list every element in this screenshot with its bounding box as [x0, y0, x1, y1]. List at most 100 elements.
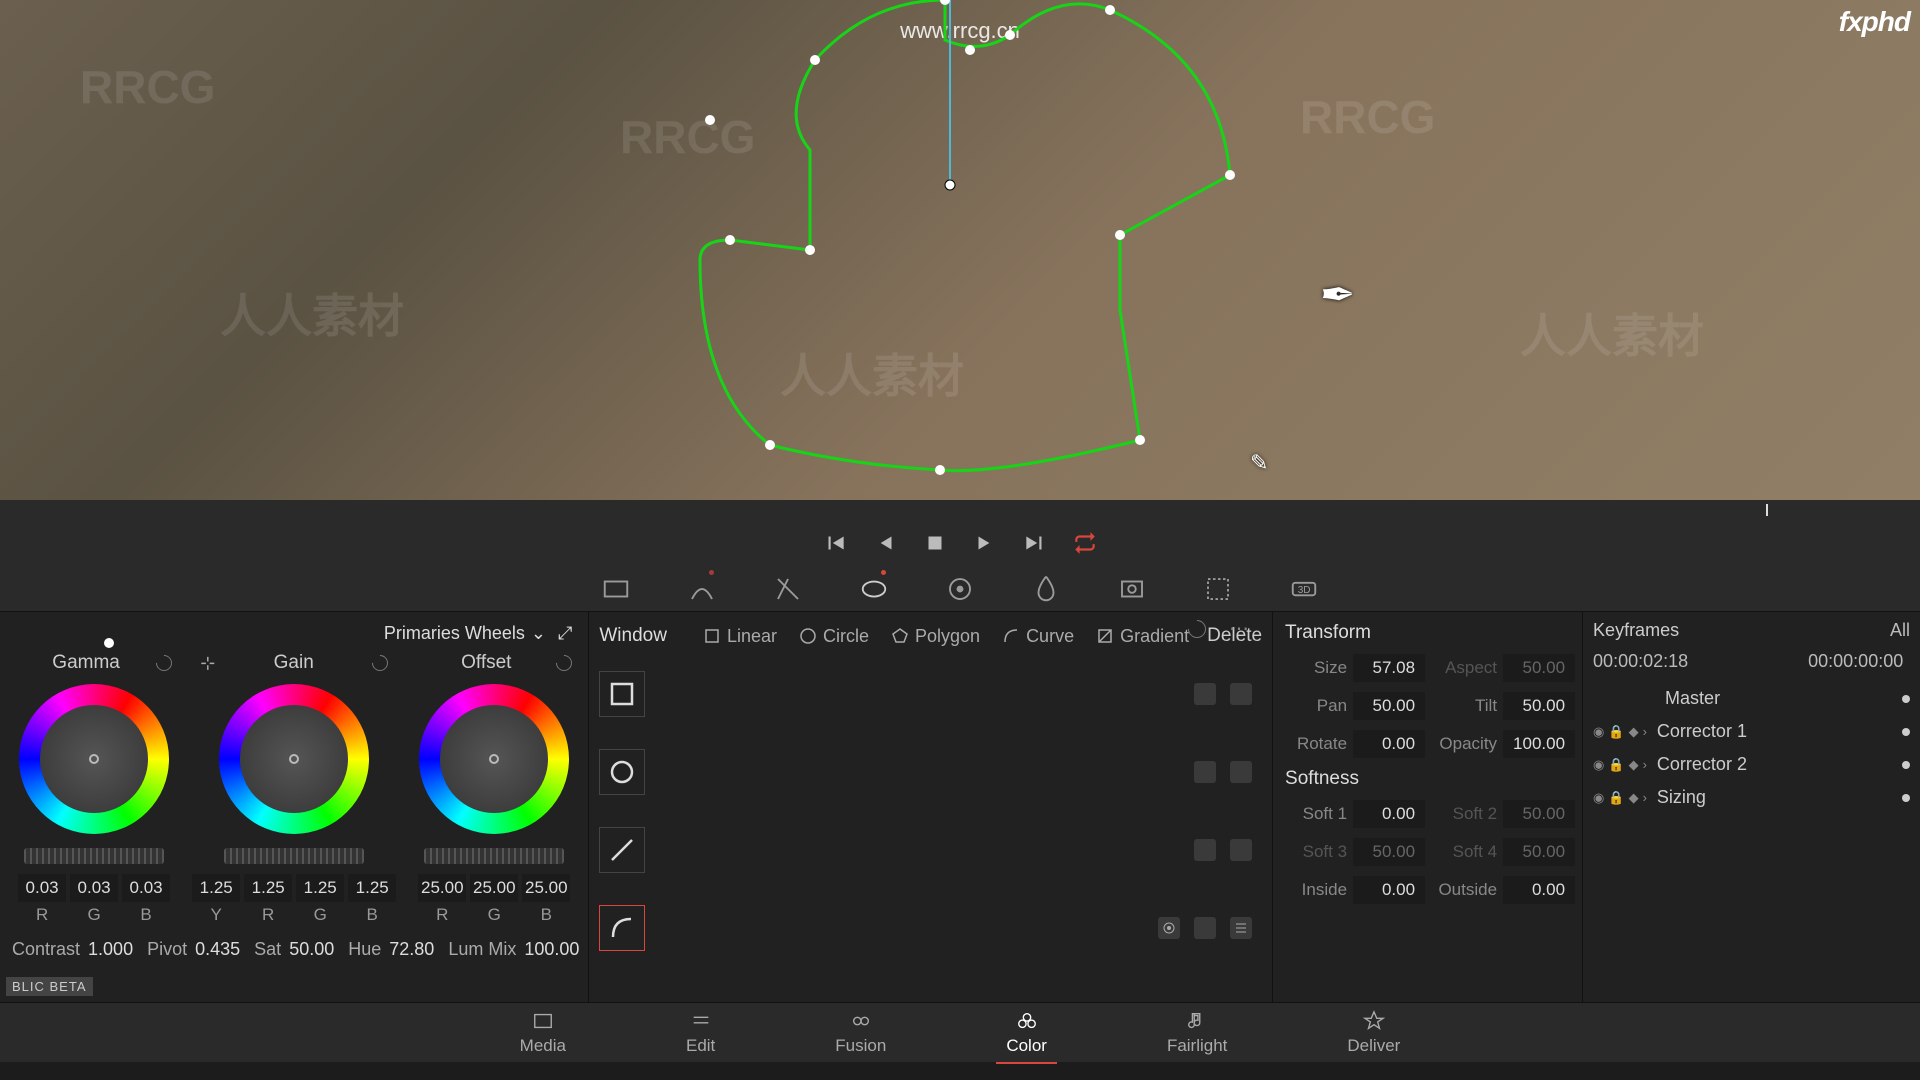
param-value[interactable]: 50.00: [1353, 692, 1425, 720]
page-fusion[interactable]: Fusion: [835, 1010, 886, 1056]
tracker-tab[interactable]: [945, 574, 975, 604]
channel-value[interactable]: 0.03: [122, 874, 170, 902]
channel-value[interactable]: 1.25: [244, 874, 292, 902]
window-tab[interactable]: [859, 574, 889, 604]
lock-icon[interactable]: 🔒: [1608, 757, 1624, 773]
window-row-linear[interactable]: [599, 666, 1252, 722]
mask-mode-icon[interactable]: [1194, 683, 1216, 705]
reset-icon[interactable]: [369, 652, 392, 675]
more-icon[interactable]: ⋯: [1229, 616, 1252, 641]
channel-value[interactable]: 1.25: [348, 874, 396, 902]
stereo-tab[interactable]: 3D: [1289, 574, 1319, 604]
window-row-curve[interactable]: [599, 900, 1252, 956]
chevron-right-icon[interactable]: ›: [1643, 724, 1647, 740]
channel-value[interactable]: 1.25: [296, 874, 344, 902]
channel-label: R: [244, 905, 292, 925]
eye-icon[interactable]: ◉: [1593, 724, 1604, 740]
param-value[interactable]: 0.00: [1503, 876, 1575, 904]
mask-mode-icon[interactable]: [1194, 839, 1216, 861]
window-row-circle[interactable]: [599, 744, 1252, 800]
viewer[interactable]: RRCG 人人素材 RRCG 人人素材 RRCG 人人素材 www.rrcg.c…: [0, 0, 1920, 500]
mask-mode-icon[interactable]: [1194, 761, 1216, 783]
param-value[interactable]: 50.00: [289, 939, 334, 960]
channel-value[interactable]: 0.03: [70, 874, 118, 902]
channel-label: G: [70, 905, 118, 925]
play-reverse-button[interactable]: [872, 530, 898, 556]
kf-master-row[interactable]: Master: [1593, 682, 1910, 715]
chevron-right-icon[interactable]: ›: [1643, 757, 1647, 773]
page-color[interactable]: Color: [1006, 1010, 1047, 1056]
add-polygon-button[interactable]: Polygon: [891, 626, 980, 647]
eye-icon[interactable]: ◉: [1593, 790, 1604, 806]
add-linear-button[interactable]: Linear: [703, 626, 777, 647]
param-value[interactable]: 0.00: [1353, 876, 1425, 904]
param-value[interactable]: 100.00: [524, 939, 579, 960]
first-frame-button[interactable]: [822, 530, 848, 556]
jog-wheel[interactable]: [24, 848, 164, 864]
timeline-scrubber[interactable]: [0, 500, 1920, 520]
param-value[interactable]: 50.00: [1503, 692, 1575, 720]
param-value[interactable]: 0.00: [1353, 730, 1425, 758]
stop-button[interactable]: [922, 530, 948, 556]
add-curve-button[interactable]: Curve: [1002, 626, 1074, 647]
tracker-icon[interactable]: [1158, 917, 1180, 939]
color-wheel[interactable]: [419, 684, 569, 834]
blur-tab[interactable]: [1031, 574, 1061, 604]
lock-icon[interactable]: 🔒: [1608, 790, 1624, 806]
keyframe-marker[interactable]: [1902, 761, 1910, 769]
channel-value[interactable]: 25.00: [470, 874, 518, 902]
invert-icon[interactable]: [1230, 683, 1252, 705]
page-edit[interactable]: Edit: [686, 1010, 715, 1056]
page-fairlight[interactable]: Fairlight: [1167, 1010, 1227, 1056]
chevron-right-icon[interactable]: ›: [1643, 790, 1647, 806]
play-button[interactable]: [972, 530, 998, 556]
sizing-tab[interactable]: [1203, 574, 1233, 604]
curves-tab[interactable]: [687, 574, 717, 604]
channel-value[interactable]: 0.03: [18, 874, 66, 902]
reset-icon[interactable]: [553, 652, 576, 675]
add-circle-button[interactable]: Circle: [799, 626, 869, 647]
invert-icon[interactable]: [1230, 917, 1252, 939]
reset-icon[interactable]: [153, 652, 176, 675]
param-value[interactable]: 0.435: [195, 939, 240, 960]
kf-row[interactable]: ◉🔒◆›Corrector 1: [1593, 715, 1910, 748]
channel-value[interactable]: 25.00: [418, 874, 466, 902]
key-tab[interactable]: [1117, 574, 1147, 604]
window-row-polygon[interactable]: [599, 822, 1252, 878]
keyframe-marker[interactable]: [1902, 794, 1910, 802]
camera-raw-tab[interactable]: [601, 574, 631, 604]
color-warper-tab[interactable]: [773, 574, 803, 604]
channel-value[interactable]: 1.25: [192, 874, 240, 902]
keyframe-marker[interactable]: [1902, 728, 1910, 736]
param-value[interactable]: 72.80: [389, 939, 434, 960]
param-value[interactable]: 57.08: [1353, 654, 1425, 682]
keyframes-mode[interactable]: All: [1890, 620, 1910, 641]
channel-value[interactable]: 25.00: [522, 874, 570, 902]
param-value[interactable]: 100.00: [1503, 730, 1575, 758]
diamond-icon[interactable]: ◆: [1629, 790, 1639, 806]
expand-icon[interactable]: ⤢: [558, 623, 572, 644]
last-frame-button[interactable]: [1022, 530, 1048, 556]
primaries-mode-selector[interactable]: Primaries Wheels ⌄: [384, 623, 546, 644]
jog-wheel[interactable]: [424, 848, 564, 864]
page-media[interactable]: Media: [520, 1010, 566, 1056]
lock-icon[interactable]: 🔒: [1608, 724, 1624, 740]
diamond-icon[interactable]: ◆: [1629, 724, 1639, 740]
eye-icon[interactable]: ◉: [1593, 757, 1604, 773]
diamond-icon[interactable]: ◆: [1629, 757, 1639, 773]
invert-icon[interactable]: [1230, 839, 1252, 861]
loop-button[interactable]: [1072, 530, 1098, 556]
add-gradient-button[interactable]: Gradient: [1096, 626, 1189, 647]
param-value[interactable]: 0.00: [1353, 800, 1425, 828]
kf-row[interactable]: ◉🔒◆›Sizing: [1593, 781, 1910, 814]
color-wheel[interactable]: [19, 684, 169, 834]
power-window-mask[interactable]: [0, 0, 1920, 500]
kf-row[interactable]: ◉🔒◆›Corrector 2: [1593, 748, 1910, 781]
invert-icon[interactable]: [1230, 761, 1252, 783]
mask-mode-icon[interactable]: [1194, 917, 1216, 939]
picker-icon[interactable]: ⊹: [200, 653, 215, 674]
color-wheel[interactable]: [219, 684, 369, 834]
page-deliver[interactable]: Deliver: [1347, 1010, 1400, 1056]
jog-wheel[interactable]: [224, 848, 364, 864]
param-value[interactable]: 1.000: [88, 939, 133, 960]
